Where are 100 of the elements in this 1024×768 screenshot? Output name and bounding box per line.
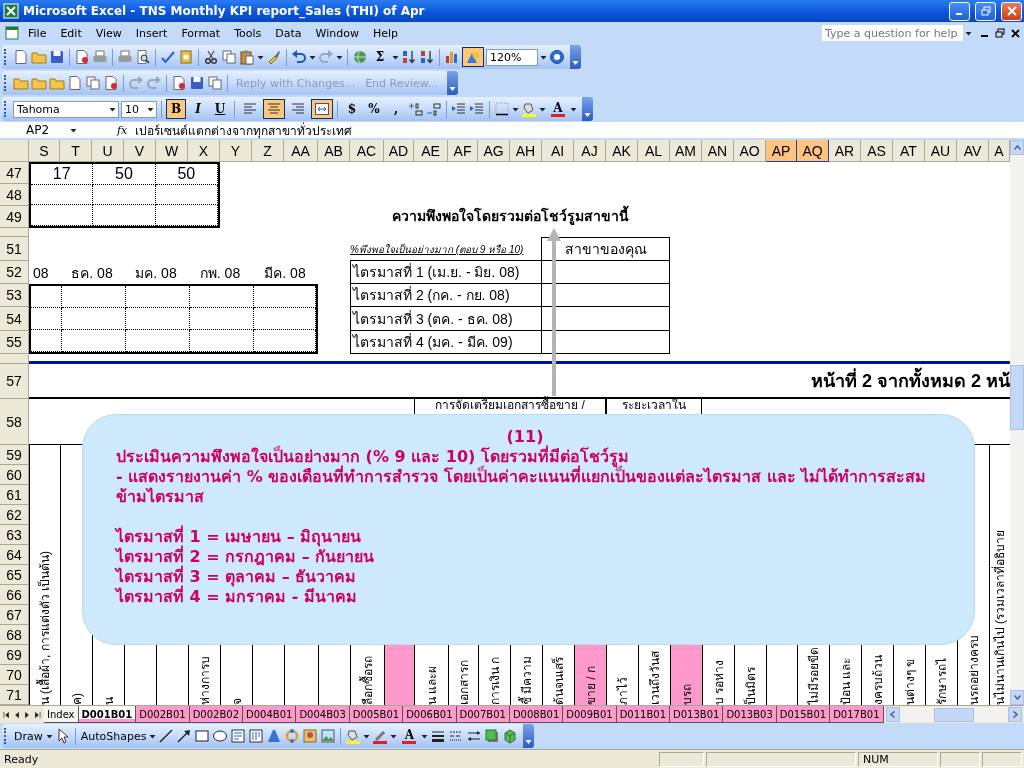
font-style-button[interactable]: B xyxy=(166,99,186,119)
column-header[interactable]: AN xyxy=(702,140,734,162)
scroll-down-button[interactable] xyxy=(1010,690,1024,705)
restore-button[interactable] xyxy=(975,1,996,21)
sheet-tab[interactable]: D011B01 xyxy=(616,706,670,723)
column-header[interactable]: AF xyxy=(448,140,478,162)
column-header[interactable]: S xyxy=(29,140,60,162)
cube-icon[interactable] xyxy=(502,728,519,744)
sheet-tab[interactable]: D013B03 xyxy=(723,706,777,723)
decrease-indent-icon[interactable] xyxy=(451,101,467,117)
row-header[interactable]: 49 xyxy=(0,206,29,228)
row-header[interactable]: 59 xyxy=(0,445,29,465)
column-header[interactable]: AA xyxy=(284,140,318,162)
menu-item[interactable]: Window xyxy=(309,24,365,42)
menu-item[interactable]: Format xyxy=(175,24,227,42)
column-header[interactable]: AI xyxy=(542,140,574,162)
column-header[interactable]: A xyxy=(989,140,1010,162)
close-icon[interactable] xyxy=(1011,28,1020,38)
menu-item[interactable]: Edit xyxy=(54,24,88,42)
row-header[interactable]: 60 xyxy=(0,465,29,485)
sheet-tab[interactable]: D017B01 xyxy=(830,706,884,723)
menu-item[interactable]: Data xyxy=(269,24,308,42)
column-header[interactable]: AP xyxy=(766,140,797,162)
toolbar-options-button[interactable] xyxy=(582,97,593,121)
font-style-button[interactable]: I xyxy=(188,99,208,119)
book-icon[interactable] xyxy=(178,49,194,65)
column-header[interactable]: AR xyxy=(829,140,861,162)
borders-icon[interactable] xyxy=(494,101,510,117)
sort-ascending-icon[interactable] xyxy=(401,49,417,65)
arrow-style-icon[interactable] xyxy=(466,728,483,744)
menu-item[interactable]: Insert xyxy=(129,24,174,42)
image-icon[interactable] xyxy=(320,728,337,744)
toolbar-options-button[interactable] xyxy=(447,71,459,95)
bar-chart-icon[interactable] xyxy=(444,49,460,65)
fill-color-icon[interactable] xyxy=(345,728,362,744)
last-sheet-icon[interactable] xyxy=(32,709,42,720)
menu-item[interactable]: Help xyxy=(366,24,404,42)
chevron-left-icon[interactable] xyxy=(890,711,895,718)
shadow-icon[interactable] xyxy=(484,728,501,744)
line-color-icon[interactable] xyxy=(372,728,389,744)
sheet-tab[interactable]: D002B01 xyxy=(136,706,190,723)
font-size-field[interactable]: 10 xyxy=(121,100,157,118)
row-header[interactable]: 51 xyxy=(0,237,29,261)
column-header[interactable]: AU xyxy=(925,140,957,162)
increase-decimal-icon[interactable] xyxy=(408,101,424,117)
sheet-tab[interactable]: D008B01 xyxy=(509,706,564,723)
sheet-tab[interactable]: D007B01 xyxy=(456,706,510,723)
column-header[interactable]: W xyxy=(156,140,188,162)
sheet-tab[interactable]: D001B01 xyxy=(78,706,137,723)
row-header[interactable]: 62 xyxy=(0,505,29,525)
help-search-field[interactable]: Type a question for help xyxy=(822,25,963,41)
line-style-icon[interactable] xyxy=(430,728,447,744)
font-style-button[interactable]: U xyxy=(210,99,230,119)
document-icon[interactable] xyxy=(67,75,83,91)
row-header[interactable]: 67 xyxy=(0,605,29,625)
sheet-tab[interactable]: D009B01 xyxy=(563,706,617,723)
horizontal-scrollbar[interactable] xyxy=(885,707,1022,722)
formula-field[interactable]: เปอร์เซนต์แตกต่างจากทุกสาขาทั่วประเทศ xyxy=(135,120,353,140)
sheet-tab[interactable]: D006B01 xyxy=(403,706,457,723)
scroll-right-button[interactable] xyxy=(1008,707,1022,722)
column-header[interactable]: X xyxy=(188,140,220,162)
copy-icon[interactable] xyxy=(85,75,101,91)
diagram-icon[interactable] xyxy=(284,728,301,744)
chevron-up-icon[interactable] xyxy=(1013,145,1021,150)
toolbar-grip[interactable] xyxy=(4,49,9,65)
toolbar-options-button[interactable] xyxy=(570,45,581,69)
spelling-icon[interactable] xyxy=(160,49,176,65)
font-color-button[interactable]: A xyxy=(548,99,568,119)
column-header[interactable]: AV xyxy=(957,140,989,162)
column-header[interactable]: AE xyxy=(414,140,448,162)
column-header[interactable]: AB xyxy=(318,140,350,162)
column-header[interactable]: Z xyxy=(252,140,284,162)
check-document-icon[interactable] xyxy=(171,75,187,91)
vertical-text-box-icon[interactable] xyxy=(248,728,265,744)
document-icon[interactable] xyxy=(103,75,119,91)
column-header[interactable]: AC xyxy=(350,140,384,162)
line-icon[interactable] xyxy=(158,728,175,744)
sheet-tab[interactable]: D004B01 xyxy=(243,706,297,723)
wordart-icon[interactable] xyxy=(266,728,283,744)
menu-item[interactable]: File xyxy=(22,24,53,42)
scissors-icon[interactable] xyxy=(203,49,219,65)
row-header[interactable]: 66 xyxy=(0,585,29,605)
row-header[interactable]: 57 xyxy=(0,364,29,399)
close-button[interactable] xyxy=(1001,1,1022,21)
text-box-icon[interactable] xyxy=(230,728,247,744)
decrease-decimal-icon[interactable] xyxy=(426,101,442,117)
row-header[interactable]: 48 xyxy=(0,184,29,206)
sheet-tab[interactable]: D005B01 xyxy=(349,706,404,723)
globe-icon[interactable] xyxy=(352,49,368,65)
help-icon[interactable] xyxy=(549,49,565,65)
row-header[interactable]: 61 xyxy=(0,485,29,505)
column-header[interactable]: U xyxy=(92,140,124,162)
column-header[interactable]: AO xyxy=(734,140,766,162)
column-header[interactable]: T xyxy=(60,140,92,162)
restore-icon[interactable] xyxy=(995,28,1005,38)
row-header[interactable]: 65 xyxy=(0,565,29,585)
column-header[interactable]: AS xyxy=(861,140,893,162)
sheet-tab[interactable]: D013B01 xyxy=(670,706,724,723)
minimize-button[interactable] xyxy=(949,1,970,21)
font-color-button[interactable]: A xyxy=(399,726,420,746)
